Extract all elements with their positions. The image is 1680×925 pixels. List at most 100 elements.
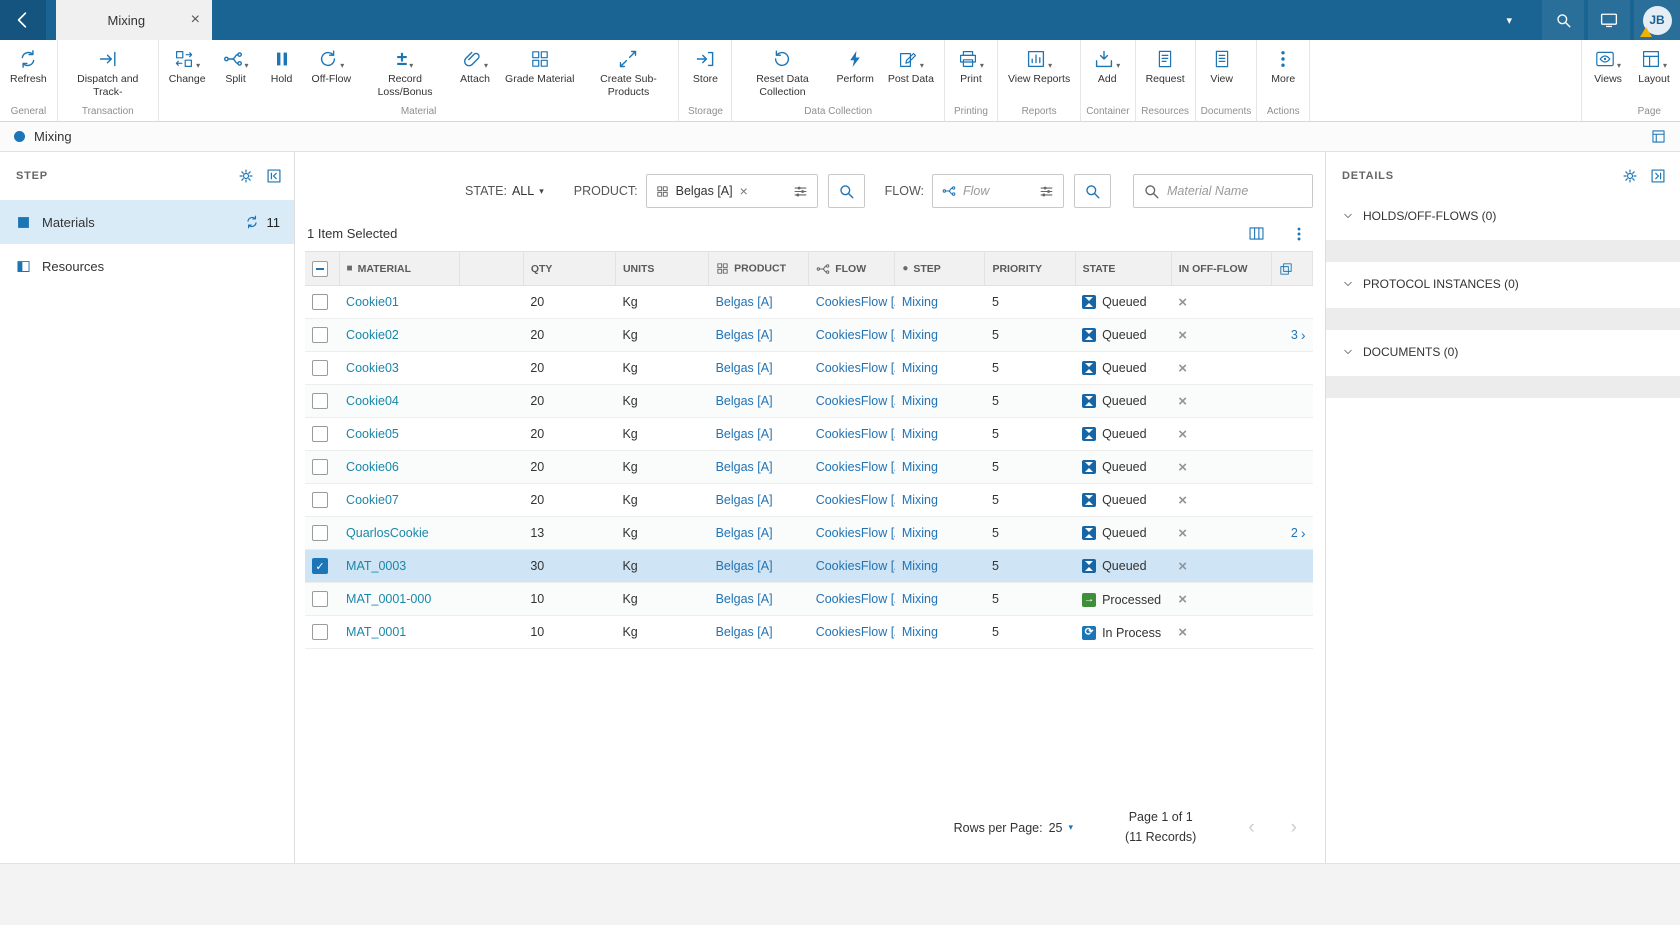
remove-off-flow-icon[interactable]: × — [1178, 558, 1187, 575]
next-page-button[interactable]: › — [1291, 817, 1297, 839]
product-link[interactable]: Belgas [A] — [716, 526, 773, 540]
material-link[interactable]: MAT_0001-0001 — [346, 592, 432, 606]
step-link[interactable]: Mixing — [902, 625, 938, 639]
remove-off-flow-icon[interactable]: × — [1178, 294, 1187, 311]
toolbar-button-view-reports[interactable]: ▾ View Reports — [1001, 40, 1077, 86]
table-row[interactable]: QuarlosCookie 13 Kg Belgas [A] CookiesFlow [… — [305, 516, 1313, 550]
flow-link[interactable]: CookiesFlow [A — [816, 427, 895, 441]
product-link[interactable]: Belgas [A] — [716, 394, 773, 408]
column-header-in-off-flow[interactable]: IN OFF-FLOW — [1171, 251, 1272, 286]
collapse-panel-icon[interactable] — [266, 168, 282, 184]
flow-link[interactable]: CookiesFlow [A — [816, 592, 895, 606]
step-link[interactable]: Mixing — [902, 526, 938, 540]
product-link[interactable]: Belgas [A] — [716, 328, 773, 342]
row-checkbox[interactable] — [312, 591, 328, 607]
row-checkbox[interactable]: ✓ — [312, 558, 328, 574]
table-row[interactable]: Cookie03 20 Kg Belgas [A] CookiesFlow [A Mixi… — [305, 351, 1313, 385]
kebab-menu-icon[interactable] — [1291, 226, 1307, 242]
toolbar-button-dispatch-and-track[interactable]: Dispatch and Track- — [61, 40, 155, 98]
table-row[interactable]: Cookie01 20 Kg Belgas [A] CookiesFlow [A Mixi… — [305, 285, 1313, 319]
product-link[interactable]: Belgas [A] — [716, 460, 773, 474]
flow-link[interactable]: CookiesFlow [A — [816, 526, 895, 540]
product-link[interactable]: Belgas [A] — [716, 361, 773, 375]
prev-page-button[interactable]: ‹ — [1248, 817, 1254, 839]
refresh-icon[interactable] — [245, 215, 259, 229]
material-link[interactable]: Cookie02 — [346, 328, 399, 342]
flow-link[interactable]: CookiesFlow [A — [816, 361, 895, 375]
toolbar-button-attach[interactable]: ▾ Attach — [452, 40, 498, 86]
toolbar-button-store[interactable]: Store — [682, 40, 728, 86]
row-checkbox[interactable] — [312, 327, 328, 343]
table-row[interactable]: ✓ MAT_0003 30 Kg Belgas [A] CookiesFlow [A Mix… — [305, 549, 1313, 583]
column-header-off-flow-links[interactable] — [1271, 251, 1314, 286]
flow-link[interactable]: CookiesFlow [A — [816, 460, 895, 474]
material-link[interactable]: Cookie03 — [346, 361, 399, 375]
product-link[interactable]: Belgas [A] — [716, 592, 773, 606]
chevron-down-icon[interactable]: ▾ — [1506, 14, 1512, 27]
details-section-header[interactable]: DOCUMENTS (0) — [1326, 336, 1680, 368]
column-header-qty[interactable]: QTY — [523, 251, 616, 286]
close-icon[interactable]: × — [189, 12, 202, 28]
row-checkbox[interactable] — [312, 426, 328, 442]
step-link[interactable]: Mixing — [902, 328, 938, 342]
toolbar-button-create-sub-products[interactable]: Create Sub-Products — [581, 40, 675, 98]
material-link[interactable]: Cookie01 — [346, 295, 399, 309]
tab-mixing[interactable]: Mixing × — [56, 0, 212, 40]
monitor-button[interactable] — [1588, 0, 1630, 40]
row-checkbox[interactable] — [312, 294, 328, 310]
flow-link[interactable]: CookiesFlow [A — [816, 328, 895, 342]
flow-link[interactable]: CookiesFlow [A — [816, 295, 895, 309]
toolbar-button-grade-material[interactable]: Grade Material — [498, 40, 581, 86]
column-chooser-icon[interactable] — [1248, 225, 1265, 242]
product-link[interactable]: Belgas [A] — [716, 493, 773, 507]
toolbar-button-layout[interactable]: ▾ Layout — [1631, 40, 1677, 86]
toolbar-button-perform[interactable]: Perform — [829, 40, 880, 86]
material-name-input[interactable]: Material Name — [1133, 174, 1313, 208]
state-filter[interactable]: STATE: ALL ▾ — [465, 184, 544, 198]
column-header-flow[interactable]: FLOW — [808, 251, 896, 286]
product-search-button[interactable] — [827, 174, 865, 208]
toolbar-button-refresh[interactable]: Refresh — [3, 40, 54, 86]
filter-sliders-icon[interactable] — [793, 184, 808, 199]
row-checkbox[interactable] — [312, 525, 328, 541]
step-link[interactable]: Mixing — [902, 592, 938, 606]
toolbar-button-off-flow[interactable]: ▾ Off-Flow — [305, 40, 358, 86]
column-header-units[interactable]: UNITS — [615, 251, 710, 286]
step-link[interactable]: Mixing — [902, 559, 938, 573]
material-link[interactable]: Cookie05 — [346, 427, 399, 441]
step-link[interactable]: Mixing — [902, 394, 938, 408]
table-row[interactable]: Cookie04 20 Kg Belgas [A] CookiesFlow [A Mixi… — [305, 384, 1313, 418]
filter-sliders-icon[interactable] — [1039, 184, 1054, 199]
toolbar-button-reset-data-collection[interactable]: Reset Data Collection — [735, 40, 829, 98]
column-header-state[interactable]: STATE — [1075, 251, 1172, 286]
material-link[interactable]: MAT_0003 — [346, 559, 406, 573]
remove-off-flow-icon[interactable]: × — [1178, 327, 1187, 344]
select-all-checkbox[interactable] — [312, 260, 328, 277]
off-flow-count-link[interactable]: 2 › — [1278, 525, 1306, 541]
toolbar-button-more[interactable]: More — [1260, 40, 1306, 86]
remove-off-flow-icon[interactable]: × — [1178, 360, 1187, 377]
table-row[interactable]: MAT_0001 10 Kg Belgas [A] CookiesFlow [A Mixi… — [305, 615, 1313, 649]
row-checkbox[interactable] — [312, 492, 328, 508]
toolbar-button-views[interactable]: ▾ Views — [1585, 40, 1631, 86]
table-row[interactable]: Cookie06 20 Kg Belgas [A] CookiesFlow [A Mixi… — [305, 450, 1313, 484]
column-header-material[interactable]: ■ MATERIAL — [339, 251, 460, 286]
step-link[interactable]: Mixing — [902, 295, 938, 309]
table-row[interactable]: Cookie02 20 Kg Belgas [A] CookiesFlow [A Mixi… — [305, 318, 1313, 352]
clear-product-icon[interactable]: × — [740, 183, 748, 199]
details-section-header[interactable]: HOLDS/OFF-FLOWS (0) — [1326, 200, 1680, 232]
flow-link[interactable]: CookiesFlow [A — [816, 625, 895, 639]
column-header-priority[interactable]: PRIORITY — [984, 251, 1076, 286]
material-link[interactable]: Cookie06 — [346, 460, 399, 474]
column-header-step[interactable]: ● STEP — [894, 251, 986, 286]
remove-off-flow-icon[interactable]: × — [1178, 459, 1187, 476]
rows-per-page[interactable]: Rows per Page: 25 ▾ — [954, 821, 1073, 835]
table-row[interactable]: Cookie05 20 Kg Belgas [A] CookiesFlow [A Mixi… — [305, 417, 1313, 451]
toolbar-button-post-data[interactable]: ▾ Post Data — [881, 40, 941, 86]
user-menu[interactable]: JB — [1634, 0, 1680, 40]
remove-off-flow-icon[interactable]: × — [1178, 591, 1187, 608]
sidebar-item-resources[interactable]: Resources — [0, 244, 294, 288]
material-link[interactable]: Cookie04 — [346, 394, 399, 408]
toolbar-button-hold[interactable]: Hold — [259, 40, 305, 86]
back-button[interactable] — [0, 0, 46, 40]
